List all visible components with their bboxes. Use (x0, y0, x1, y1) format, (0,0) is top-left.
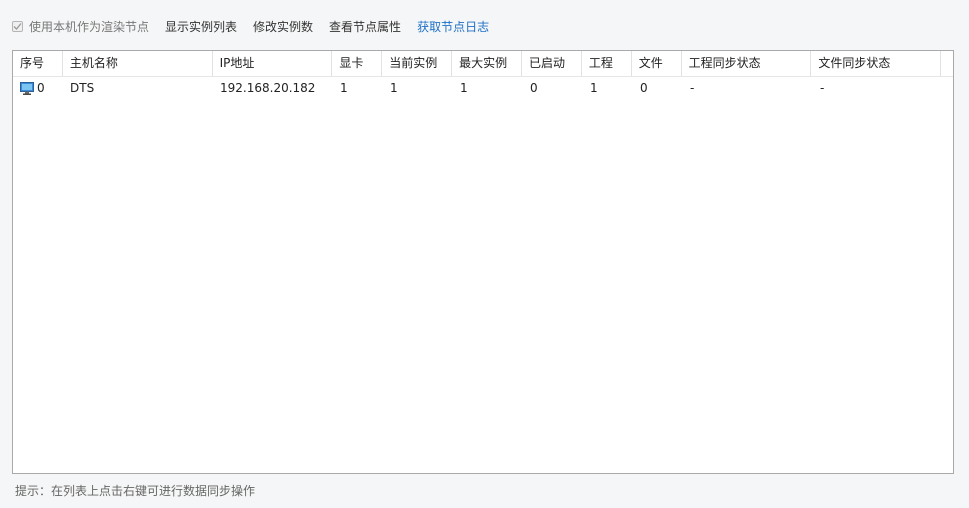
col-header-max-instances[interactable]: 最大实例 (452, 51, 522, 76)
col-header-project-sync[interactable]: 工程同步状态 (682, 51, 812, 76)
cell-project-sync: - (690, 81, 695, 95)
col-header-host[interactable]: 主机名称 (63, 51, 213, 76)
col-header-file-sync[interactable]: 文件同步状态 (811, 51, 942, 76)
col-header-index[interactable]: 序号 (13, 51, 63, 76)
cell-started: 0 (530, 81, 538, 95)
cell-max-instances: 1 (460, 81, 468, 95)
col-header-file[interactable]: 文件 (632, 51, 682, 76)
cell-index: 0 (13, 77, 63, 99)
col-header-filler (941, 51, 953, 76)
table-header: 序号 主机名称 IP地址 显卡 当前实例 最大实例 已启动 工程 文件 工程同步… (13, 51, 953, 77)
cell-current-instances: 1 (390, 81, 398, 95)
col-header-ip[interactable]: IP地址 (213, 51, 333, 76)
computer-icon (20, 81, 34, 95)
col-header-current-instances[interactable]: 当前实例 (382, 51, 453, 76)
view-properties-button[interactable]: 查看节点属性 (329, 18, 401, 35)
checkbox-box[interactable] (12, 20, 23, 32)
check-icon (13, 22, 22, 30)
cell-ip: 192.168.20.182 (220, 81, 316, 95)
table-row[interactable]: 0 DTS 192.168.20.182 1 1 1 0 1 0 - - (13, 77, 953, 99)
node-table[interactable]: 序号 主机名称 IP地址 显卡 当前实例 最大实例 已启动 工程 文件 工程同步… (12, 50, 954, 474)
col-header-gpu[interactable]: 显卡 (332, 51, 383, 76)
modify-instances-button[interactable]: 修改实例数 (253, 18, 313, 35)
col-header-started[interactable]: 已启动 (522, 51, 582, 76)
use-local-node-checkbox[interactable]: 使用本机作为渲染节点 (12, 18, 149, 35)
hint-text: 提示：在列表上点击右键可进行数据同步操作 (15, 484, 256, 498)
cell-index-value: 0 (37, 81, 45, 95)
cell-gpu: 1 (340, 81, 348, 95)
col-header-project[interactable]: 工程 (582, 51, 632, 76)
cell-file-sync: - (820, 81, 825, 95)
cell-project: 1 (590, 81, 598, 95)
cell-host: DTS (70, 81, 95, 95)
use-local-node-label: 使用本机作为渲染节点 (29, 19, 150, 34)
show-instances-button[interactable]: 显示实例列表 (165, 18, 237, 35)
get-logs-button[interactable]: 获取节点日志 (417, 18, 489, 35)
cell-file: 0 (640, 81, 648, 95)
toolbar: 使用本机作为渲染节点 显示实例列表 修改实例数 查看节点属性 获取节点日志 (12, 16, 489, 36)
